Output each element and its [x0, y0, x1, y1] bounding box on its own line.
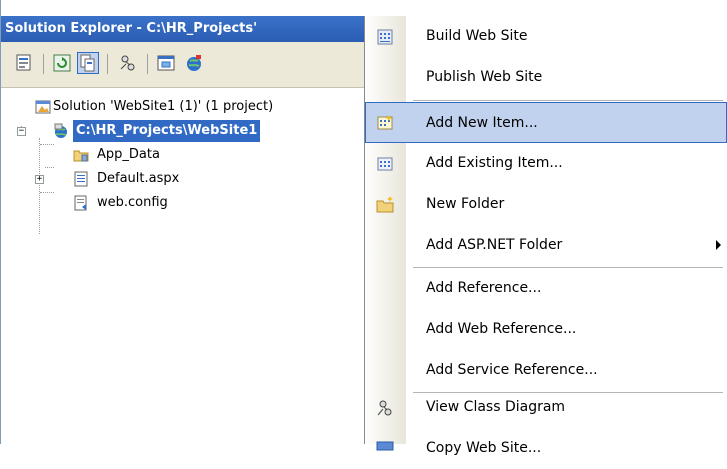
menu-item-add-new-item[interactable]: Add New Item...	[365, 102, 727, 143]
solution-icon	[35, 99, 51, 115]
menu-item-build-web-site[interactable]: Build Web Site	[365, 16, 727, 57]
web-config-icon[interactable]	[183, 52, 205, 74]
menu-item-add-web-reference[interactable]: Add Web Reference...	[365, 309, 727, 350]
menu-item-copy-web-site[interactable]: Copy Web Site...	[365, 428, 727, 469]
tree-item-label: App_Data	[97, 147, 160, 162]
menu-item-label: Copy Web Site...	[426, 440, 542, 456]
menu-item-publish-web-site[interactable]: Publish Web Site	[365, 57, 727, 98]
build-icon	[376, 28, 394, 46]
solution-tree: Solution 'WebSite1 (1)' (1 project) − C:…	[1, 88, 364, 444]
menu-item-add-existing-item[interactable]: Add Existing Item...	[365, 143, 727, 184]
class-diagram-icon	[376, 399, 394, 417]
menu-item-view-class-diagram[interactable]: View Class Diagram	[365, 387, 727, 428]
folder-icon	[73, 147, 89, 163]
add-existing-item-icon	[376, 155, 394, 173]
tree-item-label: Default.aspx	[97, 171, 180, 186]
solution-explorer-panel: Solution Explorer - C:\HR_Projects' Solu…	[0, 0, 364, 444]
menu-item-add-reference[interactable]: Add Reference...	[365, 268, 727, 309]
properties-icon[interactable]	[13, 52, 35, 74]
tree-item-label: web.config	[97, 195, 168, 210]
tree-row-solution[interactable]: Solution 'WebSite1 (1)' (1 project)	[1, 96, 364, 118]
add-new-item-icon	[376, 114, 394, 132]
tree-row-app-data[interactable]: App_Data	[1, 144, 364, 166]
view-designer-icon[interactable]	[155, 52, 177, 74]
config-file-icon	[73, 195, 89, 211]
menu-item-label: Add Existing Item...	[426, 155, 563, 171]
menu-item-label: View Class Diagram	[426, 399, 566, 415]
copy-web-site-icon	[376, 440, 394, 458]
new-folder-icon	[376, 196, 394, 214]
menu-separator	[413, 100, 723, 101]
tree-row-default-aspx[interactable]: + Default.aspx	[1, 168, 364, 190]
tree-row-web-config[interactable]: web.config	[1, 192, 364, 214]
menu-item-label: New Folder	[426, 196, 505, 212]
show-all-files-icon[interactable]	[77, 52, 99, 74]
refresh-icon[interactable]	[51, 52, 73, 74]
menu-item-add-asp-net-folder[interactable]: Add ASP.NET Folder	[365, 225, 727, 266]
menu-item-label: Publish Web Site	[426, 69, 543, 85]
submenu-arrow-icon	[716, 240, 721, 250]
menu-item-add-service-reference[interactable]: Add Service Reference...	[365, 350, 727, 391]
menu-item-label: Build Web Site	[426, 28, 528, 44]
solution-label: Solution 'WebSite1 (1)' (1 project)	[53, 99, 274, 114]
menu-item-label: Add New Item...	[426, 115, 538, 131]
collapse-project-toggle[interactable]: −	[17, 127, 26, 136]
project-context-menu: Build Web Site Publish Web Site Add New …	[364, 16, 727, 456]
menu-item-new-folder[interactable]: New Folder	[365, 184, 727, 225]
menu-item-label: Add ASP.NET Folder	[426, 237, 563, 253]
view-class-diagram-icon[interactable]	[117, 52, 139, 74]
web-project-icon	[53, 123, 69, 139]
tree-row-project[interactable]: − C:\HR_Projects\WebSite1	[1, 120, 364, 142]
solution-explorer-toolbar	[1, 42, 364, 88]
expand-default-aspx-toggle[interactable]: +	[35, 175, 44, 184]
menu-item-label: Add Reference...	[426, 280, 542, 296]
aspx-page-icon	[73, 171, 89, 187]
menu-item-label: Add Service Reference...	[426, 362, 598, 378]
project-label: C:\HR_Projects\WebSite1	[73, 120, 261, 142]
solution-explorer-title[interactable]: Solution Explorer - C:\HR_Projects'	[1, 16, 364, 42]
menu-item-label: Add Web Reference...	[426, 321, 577, 337]
